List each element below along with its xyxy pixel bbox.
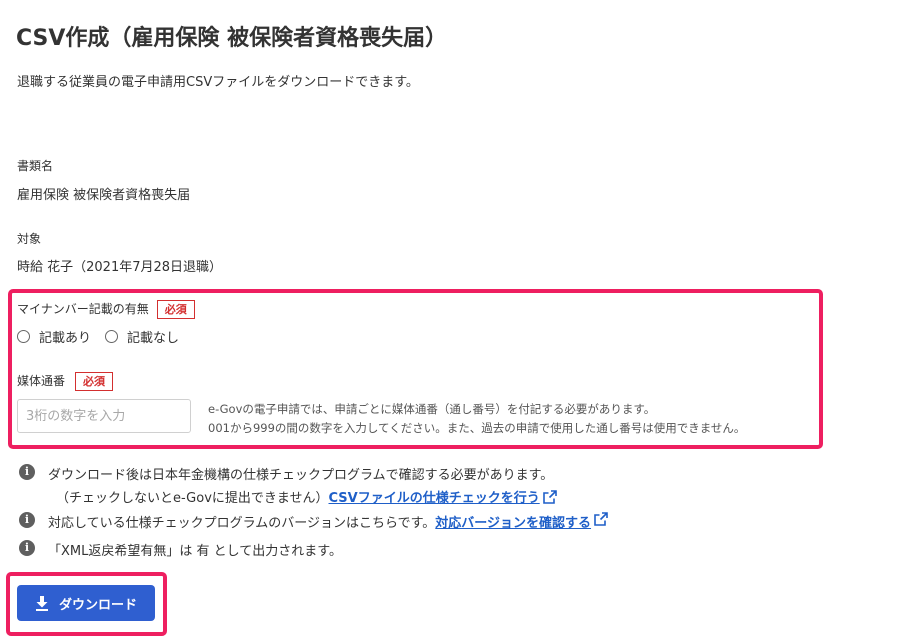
required-badge: 必須 <box>75 372 114 391</box>
info-icon: i <box>19 540 35 556</box>
target-label: 対象 <box>17 232 42 246</box>
notice-version-text: 対応している仕様チェックプログラムのバージョンはこちらです。 <box>48 516 436 531</box>
page-title: CSV作成（雇用保険 被保険者資格喪失届） <box>16 26 448 51</box>
radio-circle[interactable] <box>105 330 119 343</box>
required-badge: 必須 <box>156 300 195 319</box>
radio-circle[interactable] <box>17 330 30 343</box>
notice-version: i 対応している仕様チェックプログラムのバージョンはこちらです。 対応バージョンを… <box>19 512 608 531</box>
notice-spec-check-text: ダウンロード後は日本年金機構の仕様チェックプログラムで確認する必要があります。 … <box>48 464 557 506</box>
media-serial-field: 媒体通番 必須 <box>17 372 114 391</box>
radio-mynumber-no[interactable]: 記載なし <box>105 327 179 346</box>
media-serial-hint-line2: 001から999の間の数字を入力してください。また、過去の申請で使用した通し番号… <box>208 421 746 435</box>
mynumber-radio-group: 記載あり 記載なし <box>17 327 193 346</box>
document-name-value: 雇用保険 被保険者資格喪失届 <box>17 188 191 203</box>
external-link-icon[interactable] <box>542 490 557 504</box>
notice-xml-text: 「XML返戻希望有無」は 有 として出力されます。 <box>48 544 342 559</box>
radio-mynumber-yes[interactable]: 記載あり <box>17 327 91 346</box>
notice-xml: i 「XML返戻希望有無」は 有 として出力されます。 <box>19 540 342 559</box>
radio-label-yes: 記載あり <box>39 331 92 346</box>
page-subtitle: 退職する従業員の電子申請用CSVファイルをダウンロードできます。 <box>17 75 419 90</box>
download-button[interactable]: ダウンロード <box>17 585 155 621</box>
download-icon <box>35 595 48 611</box>
notice-line: （チェックしないとe-Govに提出できません） <box>56 491 329 506</box>
info-icon: i <box>19 464 35 480</box>
mynumber-label: マイナンバー記載の有無 <box>17 302 149 316</box>
download-label: ダウンロード <box>58 597 137 613</box>
notice-line2-wrap: （チェックしないとe-Govに提出できません）CSVファイルの仕様チェックを行う <box>48 487 557 506</box>
check-version-link[interactable]: 対応バージョンを確認する <box>435 512 591 531</box>
radio-label-no: 記載なし <box>127 331 180 346</box>
notice-spec-check: i ダウンロード後は日本年金機構の仕様チェックプログラムで確認する必要があります… <box>19 464 557 506</box>
info-icon: i <box>19 512 35 528</box>
media-serial-hint-line1: e-Govの電子申請では、申請ごとに媒体通番（通し番号）を付記する必要があります… <box>208 402 656 416</box>
media-serial-label: 媒体通番 <box>17 374 66 388</box>
target-value: 時給 花子（2021年7月28日退職） <box>17 260 223 275</box>
notice-line: ダウンロード後は日本年金機構の仕様チェックプログラムで確認する必要があります。 <box>48 468 554 483</box>
media-serial-input[interactable] <box>17 399 191 433</box>
mynumber-field: マイナンバー記載の有無 必須 <box>17 300 195 319</box>
document-name-label: 書類名 <box>17 159 54 173</box>
spec-check-link[interactable]: CSVファイルの仕様チェックを行う <box>329 491 540 506</box>
external-link-icon[interactable] <box>594 512 608 526</box>
